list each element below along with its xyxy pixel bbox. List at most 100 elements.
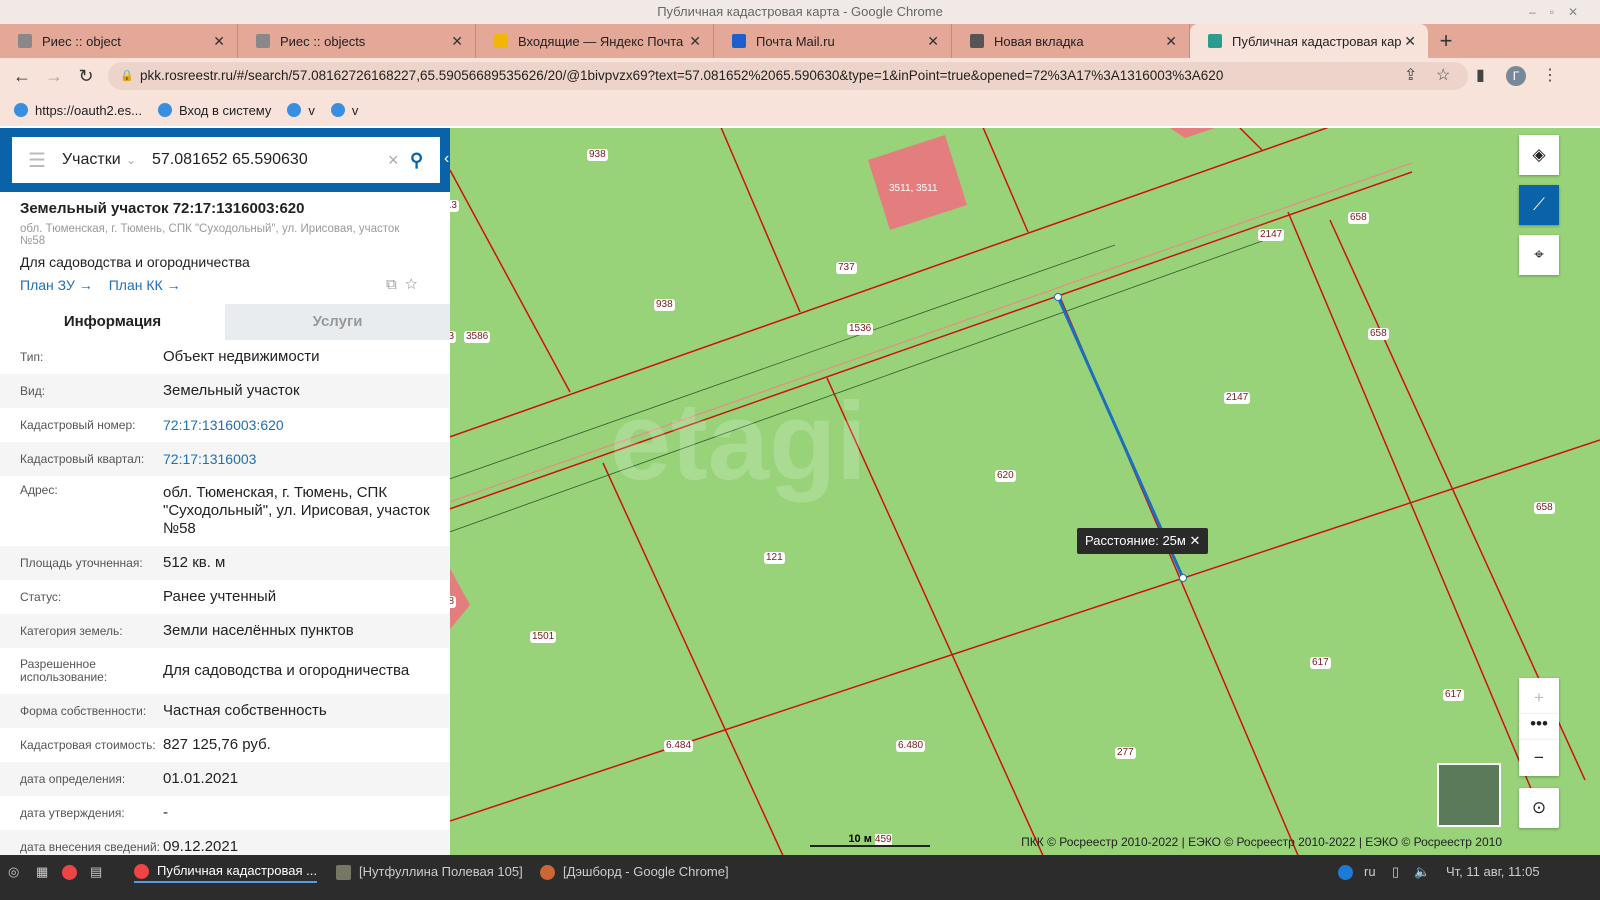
attribute-value[interactable]: 72:17:1316003 bbox=[163, 450, 440, 468]
tab[interactable]: Новая вкладка ✕ bbox=[952, 24, 1190, 58]
bookmark-star-icon[interactable]: ☆ bbox=[1436, 58, 1450, 94]
search-icon[interactable]: ⚲ bbox=[410, 150, 440, 171]
favorite-star-icon[interactable]: ☆ bbox=[405, 276, 417, 293]
clear-icon[interactable]: × bbox=[388, 150, 410, 171]
calculator-icon[interactable]: ▦ bbox=[36, 861, 48, 883]
locate-button[interactable]: ⌖ bbox=[1519, 235, 1559, 275]
notes-icon[interactable]: ▤ bbox=[90, 861, 102, 883]
tab-information[interactable]: Информация bbox=[0, 304, 225, 340]
menu-icon[interactable]: ☰ bbox=[12, 148, 62, 173]
window-controls[interactable]: –▫✕ bbox=[1529, 0, 1592, 24]
close-tab-icon[interactable]: ✕ bbox=[927, 33, 939, 50]
bookmarks-bar: https://oauth2.es... Вход в систему v v bbox=[0, 94, 1600, 126]
zoom-out-button[interactable]: − bbox=[1519, 740, 1559, 776]
attribute-key: Форма собственности: bbox=[20, 703, 147, 718]
attributes-table: Тип: Объект недвижимости Вид: Земельный уча… bbox=[0, 340, 450, 855]
keyboard-layout[interactable]: ru bbox=[1364, 861, 1376, 883]
parcel-label: 737 bbox=[836, 262, 857, 274]
favicon-icon bbox=[256, 34, 270, 48]
zoom-in-button[interactable]: + bbox=[1519, 678, 1559, 714]
search-input[interactable]: 57.081652 65.590630 bbox=[152, 151, 388, 169]
tab[interactable]: Входящие — Яндекс Почта ✕ bbox=[476, 24, 714, 58]
tab-services[interactable]: Услуги bbox=[225, 304, 450, 340]
taskbar-item-label: [Нутфуллина Полевая 105] bbox=[359, 864, 523, 879]
measure-point[interactable] bbox=[1054, 293, 1062, 301]
close-icon[interactable]: ✕ bbox=[1189, 533, 1200, 548]
attribute-value: Частная собственность bbox=[163, 702, 327, 719]
close-tab-icon[interactable]: ✕ bbox=[451, 33, 463, 50]
close-tab-icon[interactable]: ✕ bbox=[689, 33, 701, 50]
compass-icon[interactable]: ⊙ bbox=[1519, 788, 1559, 828]
object-address: обл. Тюменская, г. Тюмень, СПК "Суходоль… bbox=[20, 223, 400, 247]
minimap-satellite[interactable] bbox=[1437, 763, 1501, 827]
tab-label: Новая вкладка bbox=[994, 33, 1084, 49]
bookmark-icon bbox=[330, 103, 345, 117]
share-icon[interactable]: ⇪ bbox=[1404, 58, 1417, 94]
zoom-to-object-icon[interactable]: ⧉ bbox=[386, 276, 397, 293]
attribute-key: Категория земель: bbox=[20, 623, 123, 638]
close-tab-icon[interactable]: ✕ bbox=[1404, 33, 1416, 50]
parcel-label: 13 bbox=[450, 331, 457, 343]
layers-button[interactable]: ◈ bbox=[1519, 135, 1559, 175]
plan-kk-link[interactable]: План КК → bbox=[109, 277, 181, 293]
bookmark[interactable]: v bbox=[330, 103, 358, 118]
volume-icon[interactable]: 🔈 bbox=[1414, 861, 1430, 883]
taskbar-item[interactable]: [Дэшборд - Google Chrome] bbox=[540, 861, 729, 883]
address-bar[interactable]: 🔒 pkk.rosreestr.ru/#/search/57.0816272616… bbox=[108, 62, 1468, 90]
parcel-label: 3511, 3511 bbox=[889, 183, 938, 194]
reload-icon[interactable]: ↻ bbox=[70, 66, 102, 87]
bookmark-icon bbox=[14, 103, 28, 117]
parcel-label: 277 bbox=[1115, 747, 1136, 759]
close-tab-icon[interactable]: ✕ bbox=[1165, 33, 1177, 50]
bookmark[interactable]: v bbox=[287, 103, 315, 118]
attribute-key: Тип: bbox=[20, 349, 44, 364]
chrome-icon[interactable] bbox=[62, 861, 77, 883]
new-tab-button[interactable]: + bbox=[1428, 24, 1464, 58]
tab[interactable]: Почта Mail.ru ✕ bbox=[714, 24, 952, 58]
attribute-value: 01.01.2021 bbox=[163, 770, 239, 787]
chevron-down-icon[interactable]: ⌄ bbox=[126, 153, 152, 167]
favicon-icon bbox=[970, 34, 984, 48]
bookmark[interactable]: https://oauth2.es... bbox=[14, 103, 142, 118]
network-icon[interactable]: ▯ bbox=[1392, 861, 1399, 883]
attribute-value: 827 125,76 руб. bbox=[163, 736, 271, 753]
more-icon[interactable]: ••• bbox=[1519, 714, 1559, 740]
start-menu-icon[interactable]: ◎ bbox=[8, 861, 19, 883]
cadastral-map[interactable]: etagi 938 3511, 3511 737 938 1536 3586 2147 658… bbox=[450, 128, 1600, 855]
collapse-panel-icon[interactable]: ‹ bbox=[444, 150, 449, 168]
bookmark[interactable]: Вход в систему bbox=[157, 103, 271, 118]
tab-label: Почта Mail.ru bbox=[756, 33, 835, 49]
profile-avatar[interactable]: Г bbox=[1506, 66, 1526, 86]
attribute-row: Разрешенное использование: Для садоводств… bbox=[0, 648, 450, 694]
attribute-key: Кадастровый номер: bbox=[20, 417, 136, 432]
clock[interactable]: Чт, 11 авг, 11:05 bbox=[1446, 861, 1540, 883]
tab[interactable]: Публичная кадастровая кар ✕ bbox=[1190, 24, 1428, 58]
parcel-label: 1501 bbox=[530, 631, 557, 643]
parcel-label: 617 bbox=[1310, 657, 1331, 669]
attribute-value: 512 кв. м bbox=[163, 554, 226, 571]
attribute-key: Вид: bbox=[20, 383, 46, 398]
attribute-row: Адрес: обл. Тюменская, г. Тюмень, СПК "Су… bbox=[0, 476, 450, 546]
measure-point[interactable] bbox=[1179, 574, 1187, 582]
menu-icon[interactable]: ⋮ bbox=[1542, 58, 1558, 94]
tab[interactable]: Риес :: object ✕ bbox=[0, 24, 238, 58]
attribute-row: Форма собственности: Частная собственност… bbox=[0, 694, 450, 728]
teamviewer-icon[interactable] bbox=[1338, 861, 1361, 883]
attribute-row: Вид: Земельный участок bbox=[0, 374, 450, 408]
side-panel-icon[interactable]: ▮ bbox=[1476, 58, 1485, 94]
parcel-label: 68 bbox=[450, 596, 457, 608]
forward-icon[interactable]: → bbox=[38, 66, 70, 87]
plan-zu-link[interactable]: План ЗУ → bbox=[20, 277, 93, 293]
taskbar: ◎ ▦ ▤ Публичная кадастровая ... [Нутфулл… bbox=[0, 855, 1600, 900]
attribute-value[interactable]: 72:17:1316003:620 bbox=[163, 416, 440, 434]
bookmark-icon bbox=[287, 103, 302, 117]
taskbar-item[interactable]: [Нутфуллина Полевая 105] bbox=[336, 861, 523, 883]
close-tab-icon[interactable]: ✕ bbox=[213, 33, 225, 50]
back-icon[interactable]: ← bbox=[6, 66, 38, 87]
favicon-icon bbox=[494, 34, 508, 48]
search-type-select[interactable]: Участки bbox=[62, 151, 126, 169]
taskbar-item[interactable]: Публичная кадастровая ... bbox=[134, 861, 317, 883]
tab[interactable]: Риес :: objects ✕ bbox=[238, 24, 476, 58]
parcel-label: 2147 bbox=[1224, 392, 1251, 404]
measure-tool-button[interactable]: ⟋ bbox=[1519, 185, 1559, 225]
